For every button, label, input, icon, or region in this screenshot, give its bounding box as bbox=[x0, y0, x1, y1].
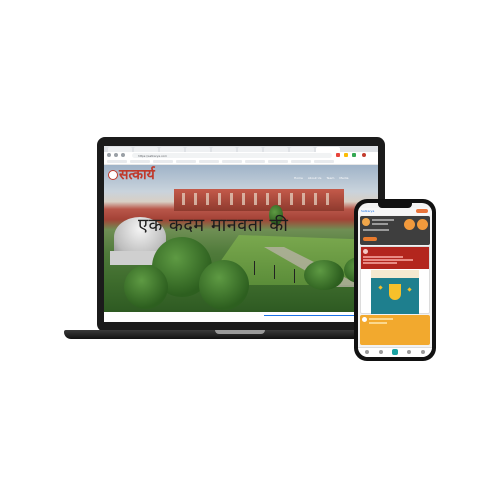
bookmark-item[interactable] bbox=[107, 160, 127, 163]
bookmark-item[interactable] bbox=[176, 160, 196, 163]
header-action-button[interactable] bbox=[416, 209, 428, 213]
post-card[interactable] bbox=[360, 315, 430, 345]
nav-item-team[interactable]: Team bbox=[326, 176, 334, 180]
laptop-screen: https://satkarya.com सत्कार्य Home About… bbox=[104, 146, 378, 322]
lamp-post bbox=[254, 261, 255, 275]
page-footer-strip bbox=[104, 312, 378, 322]
browser-toolbar: https://satkarya.com bbox=[104, 152, 378, 159]
bookmark-item[interactable] bbox=[245, 160, 265, 163]
text-line bbox=[372, 219, 394, 221]
nav-item-media[interactable]: Media bbox=[339, 176, 348, 180]
app-title: Satkarya bbox=[361, 209, 375, 213]
extension-icon[interactable] bbox=[344, 153, 348, 157]
lamp-post bbox=[274, 265, 275, 279]
award-badge-icon bbox=[404, 219, 415, 230]
site-nav: Home About Us Team Media bbox=[294, 176, 353, 180]
add-post-icon[interactable] bbox=[392, 349, 398, 355]
campus-building bbox=[174, 189, 344, 211]
site-logo[interactable]: सत्कार्य bbox=[108, 167, 155, 183]
text-line bbox=[372, 223, 388, 225]
logo-emblem-icon bbox=[108, 170, 118, 180]
text-line bbox=[369, 318, 393, 320]
text-line bbox=[363, 259, 413, 261]
trophy-icon bbox=[389, 284, 401, 300]
post-header bbox=[361, 247, 429, 269]
search-icon[interactable] bbox=[379, 350, 383, 354]
bookmark-item[interactable] bbox=[268, 160, 288, 163]
app-header: Satkarya bbox=[358, 208, 432, 215]
star-icon bbox=[407, 287, 412, 292]
profile-card[interactable] bbox=[360, 216, 430, 245]
nav-item-about[interactable]: About Us bbox=[308, 176, 322, 180]
phone-screen: Satkarya bbox=[358, 203, 432, 357]
profile-button[interactable] bbox=[363, 237, 377, 241]
bookmark-item[interactable] bbox=[222, 160, 242, 163]
bookmark-item[interactable] bbox=[314, 160, 334, 163]
text-line bbox=[363, 256, 403, 258]
text-line bbox=[363, 229, 389, 231]
bottom-nav bbox=[358, 347, 432, 357]
post-card[interactable] bbox=[360, 246, 430, 314]
tree bbox=[304, 260, 344, 290]
bookmark-item[interactable] bbox=[153, 160, 173, 163]
forward-icon[interactable] bbox=[114, 153, 118, 157]
home-icon[interactable] bbox=[365, 350, 369, 354]
loading-bar bbox=[264, 315, 354, 316]
post-image[interactable] bbox=[371, 270, 419, 314]
profile-icon[interactable] bbox=[362, 153, 366, 157]
address-text: https://satkarya.com bbox=[138, 153, 167, 158]
hero-banner: सत्कार्य Home About Us Team Media एक कदम… bbox=[104, 165, 378, 312]
tree bbox=[199, 260, 249, 310]
bookmark-item[interactable] bbox=[291, 160, 311, 163]
text-line bbox=[363, 262, 397, 264]
logo-text: सत्कार्य bbox=[119, 167, 155, 183]
lamp-post bbox=[294, 269, 295, 283]
avatar bbox=[362, 218, 370, 226]
avatar bbox=[363, 249, 368, 254]
hero-tagline: एक कदम मानवता की bbox=[138, 215, 289, 236]
bookmark-item[interactable] bbox=[130, 160, 150, 163]
reload-icon[interactable] bbox=[121, 153, 125, 157]
avatar bbox=[362, 317, 367, 322]
laptop-trackpad-notch bbox=[215, 330, 265, 334]
star-icon bbox=[378, 285, 383, 290]
poster-heading bbox=[371, 270, 419, 278]
notifications-icon[interactable] bbox=[407, 350, 411, 354]
award-badge-icon bbox=[417, 219, 428, 230]
bookmark-item[interactable] bbox=[199, 160, 219, 163]
address-bar[interactable]: https://satkarya.com bbox=[132, 153, 332, 158]
extension-icon[interactable] bbox=[352, 153, 356, 157]
nav-item-home[interactable]: Home bbox=[294, 176, 303, 180]
back-icon[interactable] bbox=[107, 153, 111, 157]
extension-icon[interactable] bbox=[336, 153, 340, 157]
tree bbox=[124, 265, 168, 309]
profile-icon[interactable] bbox=[421, 350, 425, 354]
text-line bbox=[369, 322, 387, 324]
